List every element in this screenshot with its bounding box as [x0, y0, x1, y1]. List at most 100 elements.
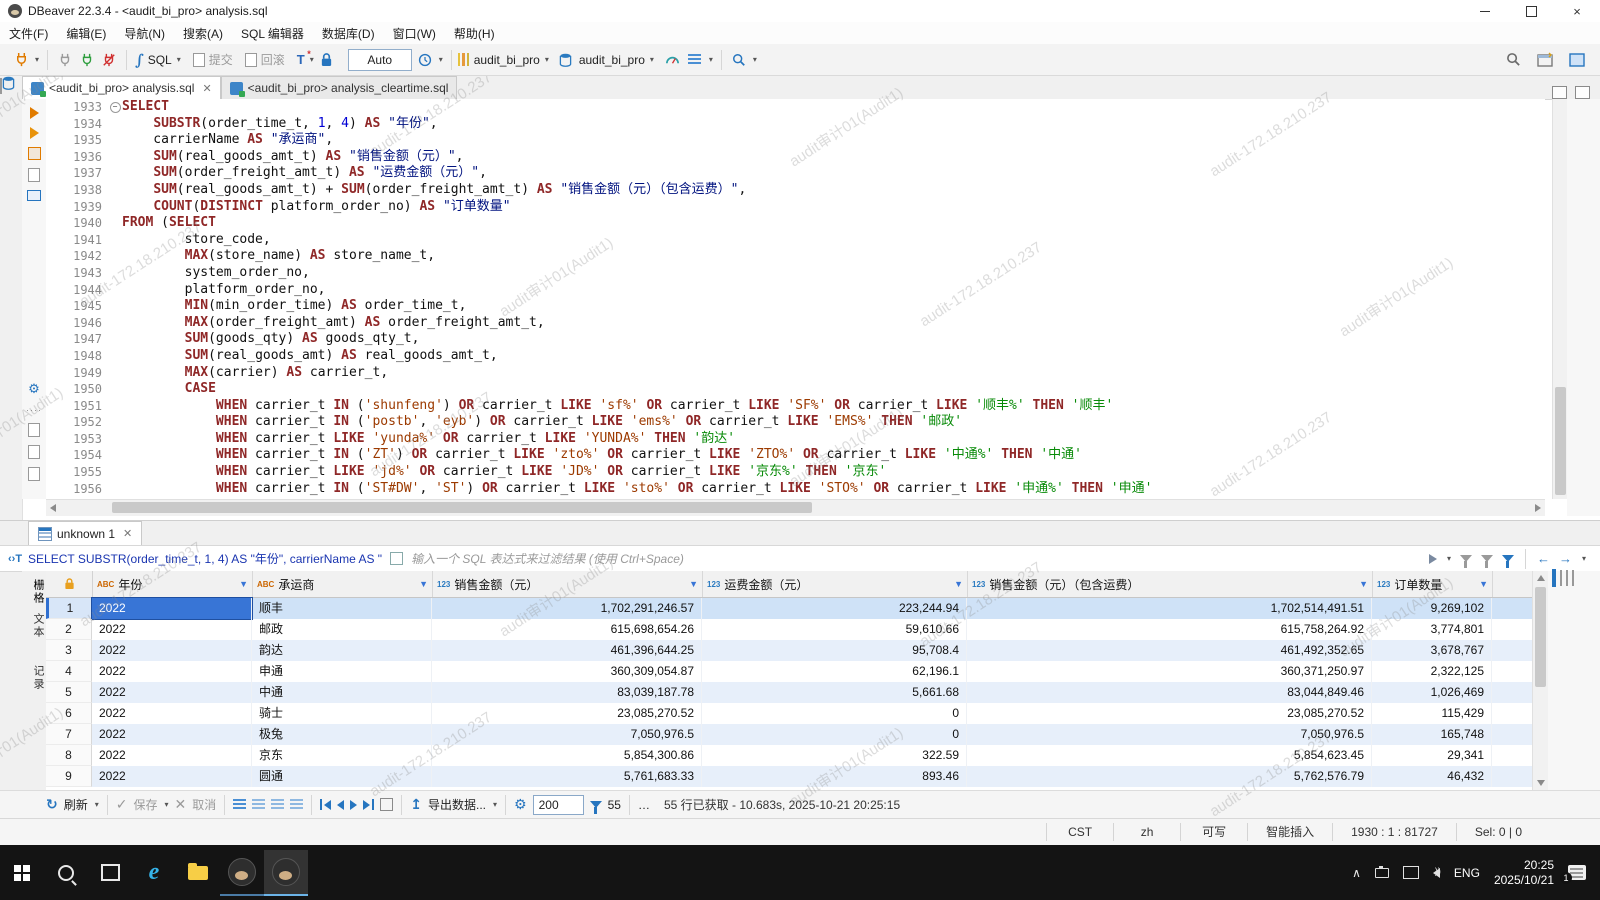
scroll-right-icon[interactable] — [1535, 504, 1541, 512]
column-header-4[interactable]: 123 运费金额（元） ▼ — [703, 571, 968, 597]
view-tab-record[interactable]: 记录 — [22, 665, 46, 691]
table-cell[interactable]: 2022 — [92, 640, 252, 661]
add-row-icon[interactable] — [233, 799, 247, 810]
sql-editor-icon[interactable]: ∫ — [135, 51, 144, 69]
custom-filter-icon[interactable] — [1501, 555, 1514, 568]
open-perspective-icon[interactable] — [1536, 51, 1554, 69]
table-cell[interactable]: 0 — [702, 724, 967, 745]
table-cell[interactable]: 165,748 — [1372, 724, 1492, 745]
row-number[interactable]: 6 — [46, 703, 92, 724]
refresh-caret-icon[interactable]: ▾ — [95, 800, 99, 809]
toolbar-overflow[interactable]: … — [638, 798, 650, 812]
table-cell[interactable]: 邮政 — [252, 619, 432, 640]
database-navigator-icon[interactable] — [2, 76, 15, 93]
new-connection-icon[interactable] — [12, 51, 30, 69]
table-cell[interactable]: 3,678,767 — [1372, 640, 1492, 661]
code-line[interactable]: 1944 platform_order_no, — [46, 281, 1545, 299]
usb-tray-icon[interactable] — [1374, 865, 1389, 878]
table-cell[interactable]: 2022 — [92, 682, 252, 703]
nav-caret-icon[interactable]: ▾ — [1582, 554, 1586, 563]
editor-tab-analysis-cleartime[interactable]: <audit_bi_pro> analysis_cleartime.sql — [220, 76, 458, 99]
column-filter-caret-icon[interactable]: ▼ — [419, 579, 428, 589]
maximize-editor-icon[interactable] — [1575, 86, 1590, 99]
start-button[interactable] — [0, 850, 44, 896]
table-cell[interactable]: 2022 — [92, 724, 252, 745]
column-filter-caret-icon[interactable]: ▼ — [954, 579, 963, 589]
grid-corner-cell[interactable] — [46, 571, 93, 597]
code-line[interactable]: 1941 store_code, — [46, 231, 1545, 249]
history-clock-icon[interactable] — [416, 51, 434, 69]
volume-tray-icon[interactable] — [1432, 866, 1441, 878]
code-line[interactable]: 1956 WHEN carrier_t IN ('ST#DW', 'ST') O… — [46, 480, 1545, 498]
execute-statement-icon[interactable] — [29, 107, 39, 119]
editor-vscroll-thumb[interactable] — [1555, 387, 1566, 495]
table-cell[interactable]: 骑士 — [252, 703, 432, 724]
table-cell[interactable]: 322.59 — [702, 745, 967, 766]
table-cell[interactable]: 5,661.68 — [702, 682, 967, 703]
commit-button[interactable]: 提交 — [209, 51, 233, 68]
tray-expand-icon[interactable]: ∧ — [1352, 866, 1361, 880]
table-cell[interactable]: 2022 — [91, 597, 253, 620]
code-line[interactable]: 1938 SUM(real_goods_amt_t) + SUM(order_f… — [46, 181, 1545, 199]
editor-vertical-scrollbar[interactable] — [1552, 99, 1568, 499]
save-button[interactable]: 保存 — [134, 796, 158, 813]
menu-item[interactable]: 文件(F) — [0, 22, 57, 45]
maximize-button[interactable] — [1508, 0, 1554, 22]
close-button[interactable]: × — [1554, 0, 1600, 22]
commit-mode-caret-icon[interactable]: ▾ — [709, 55, 713, 64]
table-row[interactable]: 6 2022 骑士 23,085,270.52 0 23,085,270.52 115,42… — [46, 703, 1532, 724]
apply-filter-icon[interactable] — [1428, 553, 1437, 564]
table-cell[interactable]: 62,196.1 — [702, 661, 967, 682]
table-cell[interactable]: 95,708.4 — [702, 640, 967, 661]
column-header-2[interactable]: ABC 承运商 ▼ — [253, 571, 433, 597]
code-line[interactable]: 1934 SUBSTR(order_time_t, 1, 4) AS "年份", — [46, 115, 1545, 133]
row-number[interactable]: 1 — [46, 598, 92, 619]
table-cell[interactable]: 5,761,683.33 — [432, 766, 702, 787]
table-cell[interactable]: 申通 — [252, 661, 432, 682]
table-cell[interactable]: 2,322,125 — [1372, 661, 1492, 682]
column-header-6[interactable]: 123 订单数量 ▼ — [1373, 571, 1493, 597]
table-cell[interactable]: 2022 — [92, 661, 252, 682]
minimize-button[interactable] — [1462, 0, 1508, 22]
cancel-button[interactable]: 取消 — [192, 796, 216, 813]
action-center-button[interactable]: 1 — [1560, 865, 1586, 884]
edit-filter-icon[interactable] — [1480, 555, 1493, 568]
table-cell[interactable]: 115,429 — [1372, 703, 1492, 724]
commit-mode-icon[interactable] — [686, 51, 704, 69]
table-cell[interactable]: 京东 — [252, 745, 432, 766]
value-panel-icon[interactable] — [1552, 569, 1556, 587]
table-cell[interactable]: 2022 — [92, 619, 252, 640]
table-cell[interactable]: 223,244.94 — [702, 598, 967, 619]
column-header-3[interactable]: 123 销售金额（元） ▼ — [433, 571, 703, 597]
table-cell[interactable]: 圆通 — [252, 766, 432, 787]
save-caret-icon[interactable]: ▾ — [165, 800, 169, 809]
code-line[interactable]: 1935 carrierName AS "承运商", — [46, 132, 1545, 149]
code-line[interactable]: 1948 SUM(real_goods_amt) AS real_goods_a… — [46, 347, 1545, 365]
code-line[interactable]: 1947 SUM(goods_qty) AS goods_qty_t, — [46, 331, 1545, 348]
table-cell[interactable]: 3,774,801 — [1372, 619, 1492, 640]
code-line[interactable]: 1951 WHEN carrier_t IN ('shunfeng') OR c… — [46, 397, 1545, 415]
export-data-button[interactable]: 导出数据... — [428, 796, 486, 813]
column-filter-caret-icon[interactable]: ▼ — [689, 579, 698, 589]
first-page-button[interactable] — [320, 799, 332, 810]
last-page-button[interactable] — [363, 799, 375, 810]
view-tab-text[interactable]: 文本 — [22, 613, 46, 639]
table-cell[interactable]: 顺丰 — [252, 598, 432, 619]
table-cell[interactable]: 1,702,291,246.57 — [432, 598, 702, 619]
code-line[interactable]: 1933− SELECT — [46, 99, 1545, 116]
results-tab-unknown1[interactable]: unknown 1 ✕ — [28, 521, 143, 545]
row-number[interactable]: 9 — [46, 766, 92, 787]
table-cell[interactable]: 韵达 — [252, 640, 432, 661]
execute-script-icon[interactable] — [29, 127, 39, 139]
table-cell[interactable]: 7,050,976.5 — [967, 724, 1372, 745]
table-row[interactable]: 5 2022 中通 83,039,187.78 5,661.68 83,044,849.4… — [46, 682, 1532, 703]
explain-plan-icon[interactable] — [27, 147, 41, 160]
code-line[interactable]: 1953 WHEN carrier_t LIKE 'yunda%' OR car… — [46, 430, 1545, 448]
column-filter-caret-icon[interactable]: ▼ — [239, 579, 248, 589]
connection-selector[interactable]: audit_bi_pro ▾ — [454, 52, 553, 68]
calc-panel-icon[interactable] — [1572, 570, 1574, 586]
display-tray-icon[interactable] — [1402, 866, 1419, 879]
sql-editor-caret-icon[interactable]: ▾ — [177, 55, 181, 64]
table-cell[interactable]: 9,269,102 — [1372, 598, 1492, 619]
variables-panel-icon[interactable] — [28, 467, 40, 481]
